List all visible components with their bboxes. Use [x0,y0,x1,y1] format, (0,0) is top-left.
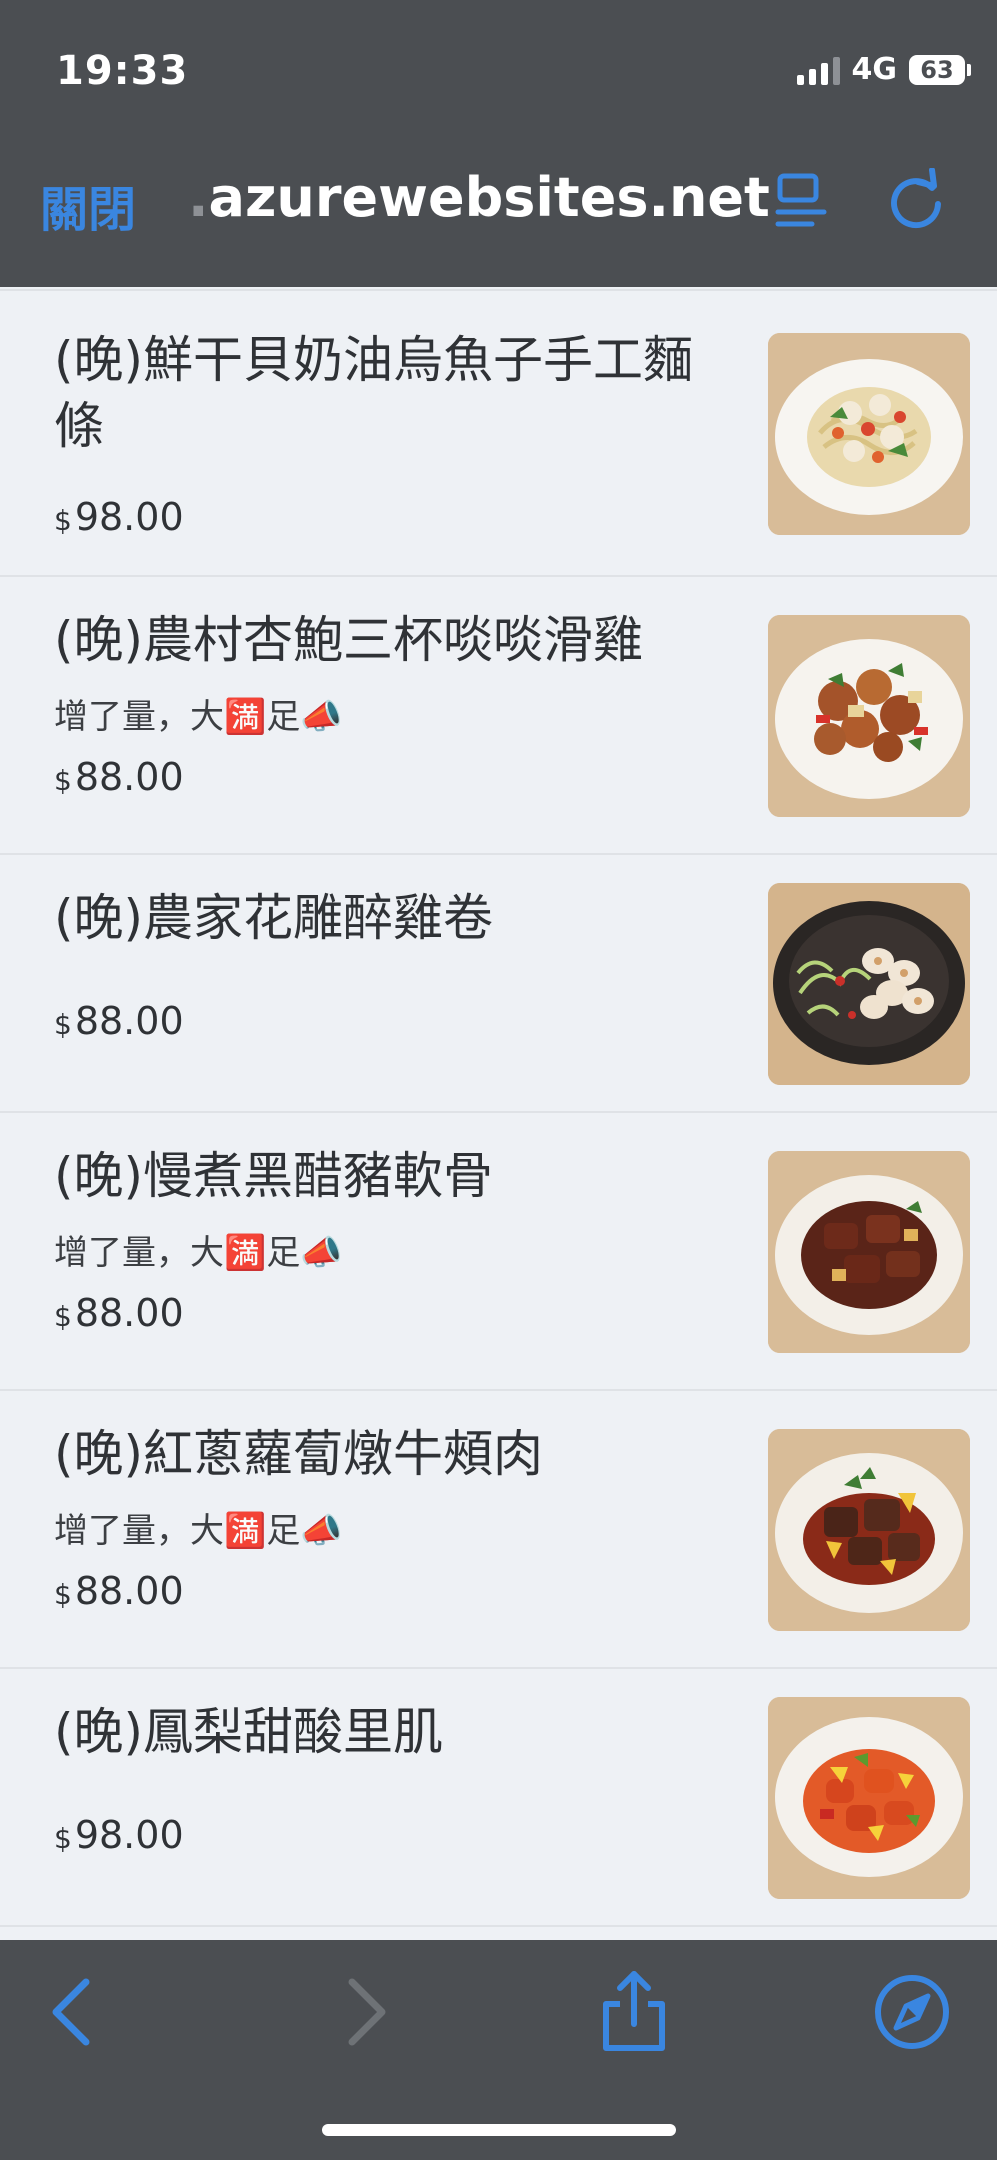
network-type: 4G [851,52,898,87]
browser-top-bar: 19:33 4G 63 關閉 .azurewebsites.net [0,0,997,287]
menu-item-name: (晚)農村杏鮑三杯啖啖滑雞 [54,611,644,669]
open-in-browser-button[interactable] [870,1970,954,2054]
menu-item[interactable]: (晚)鮮干貝奶油烏魚子手工麵條 $98.00 [0,291,997,577]
cellular-signal-icon [796,55,840,85]
menu-item-price: $98.00 [54,495,184,539]
menu-item-description: 增了量，大🈵足📣 [54,1233,343,1273]
compass-icon [875,1975,949,2049]
menu-item[interactable]: (晚)農村杏鮑三杯啖啖滑雞 增了量，大🈵足📣 $88.00 [0,579,997,855]
menu-item[interactable]: (晚)農家花雕醉雞卷 $88.00 [0,857,997,1113]
status-indicators: 4G 63 [796,52,971,87]
sweet-sour-pork-dish-image [768,1697,970,1899]
battery-level: 63 [909,54,965,85]
menu-item-price: $98.00 [54,1813,184,1857]
page-domain: .azurewebsites.net [188,166,770,229]
forward-icon [348,1978,386,2046]
domain-prefix: . [188,166,209,229]
menu-item-price: $88.00 [54,1291,184,1335]
menu-item-name: (晚)鮮干貝奶油烏魚子手工麵條 [54,331,694,455]
domain-label: azurewebsites.net [208,166,770,229]
battery-icon: 63 [909,54,971,85]
reader-mode-button[interactable] [770,168,834,232]
reload-button[interactable] [884,167,948,232]
share-icon [603,1971,665,2051]
menu-item[interactable]: (晚)紅蔥蘿蔔燉牛頰肉 增了量，大🈵足📣 $88.00 [0,1393,997,1669]
menu-item[interactable]: (晚)慢煮黑醋豬軟骨 增了量，大🈵足📣 $88.00 [0,1115,997,1391]
share-button[interactable] [592,1970,676,2054]
menu-item-name: (晚)鳳梨甜酸里肌 [54,1703,444,1761]
pasta-dish-image [768,333,970,535]
menu-item[interactable]: (晚)鳳梨甜酸里肌 $98.00 [0,1671,997,1927]
back-icon [52,1978,90,2046]
menu-item-price: $88.00 [54,999,184,1043]
pork-dish-image [768,1151,970,1353]
menu-item-name: (晚)農家花雕醉雞卷 [54,889,494,947]
status-time: 19:33 [56,48,189,94]
beef-dish-image [768,1429,970,1631]
chicken-roll-dish-image [768,883,970,1085]
close-button[interactable]: 關閉 [40,170,136,240]
menu-item-name: (晚)紅蔥蘿蔔燉牛頰肉 [54,1425,544,1483]
reader-list-icon [775,173,827,227]
menu-item-name: (晚)慢煮黑醋豬軟骨 [54,1147,494,1205]
chicken-dish-image [768,615,970,817]
back-button[interactable] [34,1970,118,2054]
home-indicator[interactable] [322,2124,676,2136]
menu-list: (晚)鮮干貝奶油烏魚子手工麵條 $98.00 (晚)農村杏鮑三杯啖啖滑雞 增了量… [0,287,997,1940]
menu-item-description: 增了量，大🈵足📣 [54,697,343,737]
forward-button[interactable] [320,1970,404,2054]
menu-item-description: 增了量，大🈵足📣 [54,1511,343,1551]
reload-icon [891,167,941,229]
menu-item-price: $88.00 [54,1569,184,1613]
menu-item-price: $88.00 [54,755,184,799]
